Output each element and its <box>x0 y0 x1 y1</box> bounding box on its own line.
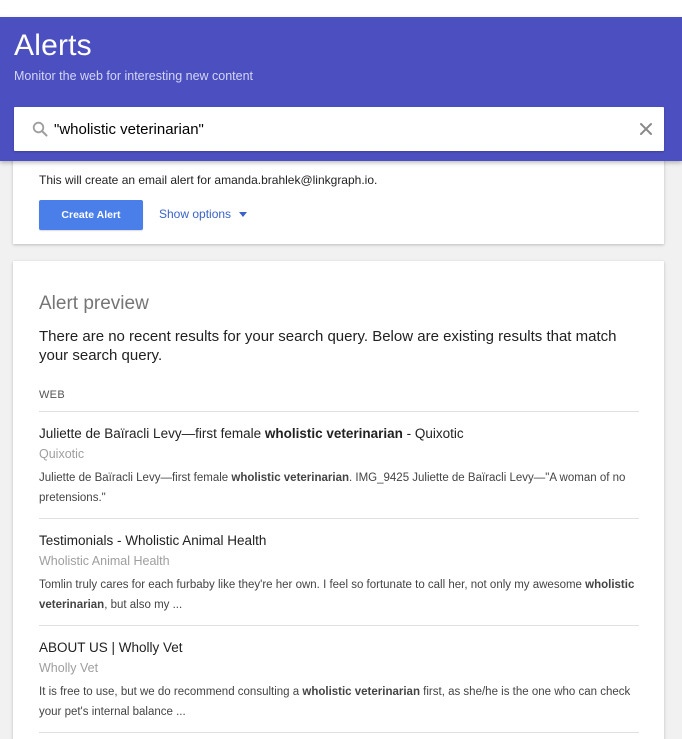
create-alert-panel: This will create an email alert for aman… <box>13 150 664 244</box>
divider <box>39 411 639 412</box>
result-source: Wholistic Animal Health <box>39 554 170 568</box>
result-title[interactable]: ABOUT US | Wholly Vet <box>39 639 639 656</box>
page-title: Alerts <box>14 29 92 62</box>
search-input[interactable] <box>54 107 614 151</box>
close-icon[interactable] <box>638 121 654 137</box>
app-header: Alerts Monitor the web for interesting n… <box>0 17 682 161</box>
section-label-web: WEB <box>39 389 65 401</box>
result-snippet: It is free to use, but we do recommend c… <box>39 686 631 718</box>
email-alert-note: This will create an email alert for aman… <box>39 173 378 187</box>
list-item: ABOUT US | Wholly Vet Wholly Vet It is f… <box>39 639 639 722</box>
list-item: Testimonials - Wholistic Animal Health W… <box>39 532 639 615</box>
chevron-down-icon <box>239 212 248 217</box>
preview-message: There are no recent results for your sea… <box>39 328 617 364</box>
result-title[interactable]: Juliette de Baïracli Levy—first female w… <box>39 425 639 442</box>
search-icon <box>32 121 48 137</box>
show-options-label: Show options <box>159 207 232 221</box>
divider <box>39 732 639 733</box>
result-source: Quixotic <box>39 447 85 461</box>
divider <box>39 518 639 519</box>
show-options-link[interactable]: Show options <box>159 207 248 221</box>
list-item: Juliette de Baïracli Levy—first female w… <box>39 425 639 508</box>
result-title[interactable]: Testimonials - Wholistic Animal Health <box>39 532 639 549</box>
preview-title: Alert preview <box>39 293 149 314</box>
result-source: Wholly Vet <box>39 661 99 675</box>
search-box[interactable] <box>14 107 664 151</box>
create-alert-button[interactable]: Create Alert <box>39 200 143 230</box>
top-strip <box>0 0 682 17</box>
page-subtitle: Monitor the web for interesting new cont… <box>14 69 254 83</box>
result-snippet: Juliette de Baïracli Levy—first female w… <box>39 472 626 504</box>
alert-preview-panel: Alert preview There are no recent result… <box>13 261 664 739</box>
result-snippet: Tomlin truly cares for each furbaby like… <box>39 579 635 611</box>
divider <box>39 625 639 626</box>
